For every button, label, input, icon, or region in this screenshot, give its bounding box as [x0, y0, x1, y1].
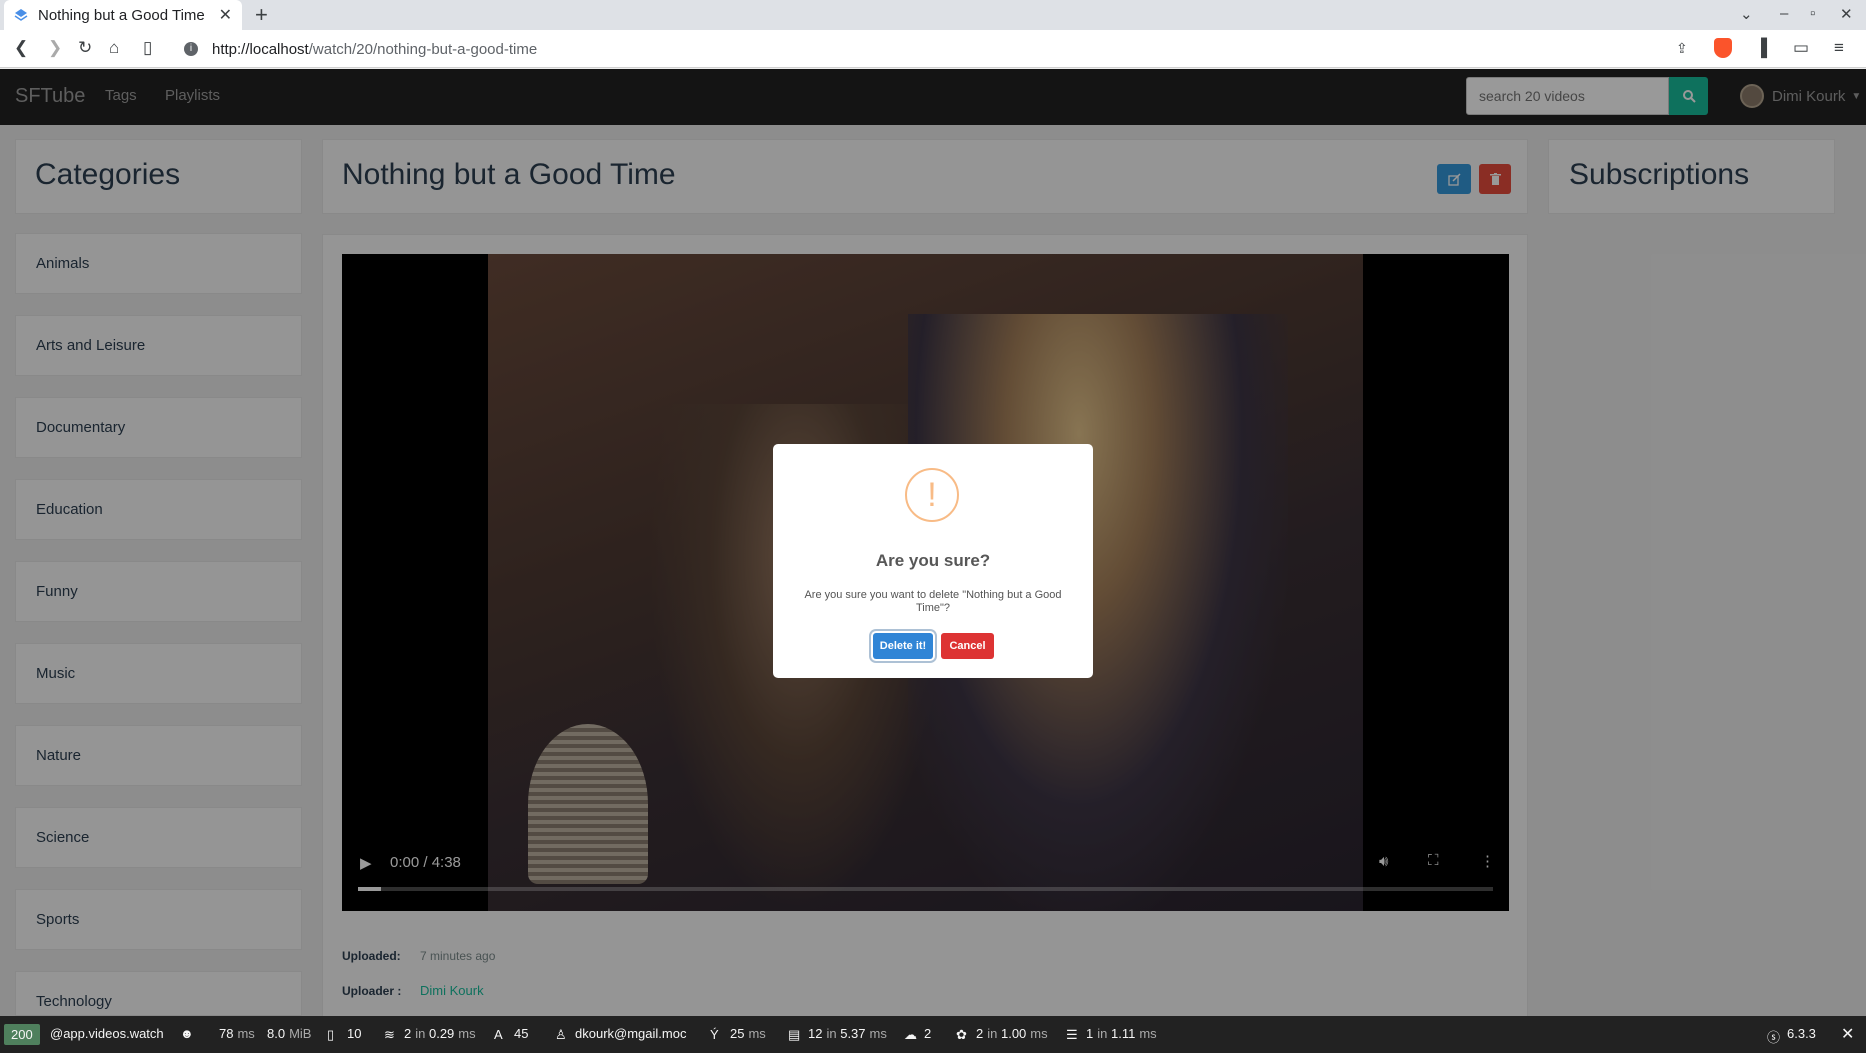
tab-list-icon[interactable]: ⌄: [1740, 5, 1753, 23]
tab-close-icon[interactable]: ✕: [219, 5, 232, 25]
debug-toolbar: 200 @app.videos.watch ☻ 78 ms 8.0 MiB ▯ 10 …: [0, 1016, 1866, 1053]
toolbar-symfony-version[interactable]: ⓢ 6.3.3: [1767, 1026, 1816, 1045]
events-icon: ✿: [956, 1026, 967, 1042]
browser-tab[interactable]: Nothing but a Good Time ✕: [4, 0, 242, 30]
confirm-dialog: ! Are you sure? Are you sure you want to…: [773, 444, 1093, 678]
warning-icon: !: [905, 468, 959, 522]
layers-icon: ≋: [384, 1026, 395, 1042]
site-info-icon[interactable]: i: [184, 42, 198, 56]
toolbar-twig[interactable]: Ý 25 ms: [710, 1026, 766, 1042]
tab-title: Nothing but a Good Time: [38, 6, 205, 24]
url-text: http://localhost/watch/20/nothing-but-a-…: [212, 40, 538, 58]
sidebar-toggle-icon[interactable]: ▐: [1755, 38, 1767, 58]
ghost-icon[interactable]: ☻: [180, 1026, 194, 1041]
toolbar-database[interactable]: ▤ 12 in 5.37 ms: [788, 1026, 887, 1042]
new-tab-icon[interactable]: +: [255, 4, 268, 26]
route-name[interactable]: @app.videos.watch: [50, 1026, 164, 1041]
toolbar-cache[interactable]: ≋ 2 in 0.29 ms: [384, 1026, 476, 1042]
browser-tab-bar: Nothing but a Good Time ✕ + ⌄ – ▫ ✕: [0, 0, 1866, 30]
toolbar-mailer[interactable]: ☰ 1 in 1.11 ms: [1066, 1026, 1157, 1042]
forward-icon[interactable]: ❯: [48, 38, 62, 58]
toolbar-events[interactable]: ✿ 2 in 1.00 ms: [956, 1026, 1048, 1042]
status-badge[interactable]: 200: [4, 1024, 40, 1045]
confirm-delete-button[interactable]: Delete it!: [873, 633, 933, 659]
user-icon: ♙: [555, 1026, 567, 1042]
toolbar-http-client[interactable]: ☁ 2: [904, 1026, 931, 1042]
dialog-title: Are you sure?: [875, 551, 991, 570]
translation-icon: A: [494, 1026, 503, 1042]
toolbar-user[interactable]: ♙ dkourk@mgail.moc: [555, 1026, 686, 1042]
toolbar-requests[interactable]: ▯ 10: [327, 1026, 361, 1042]
minimize-icon[interactable]: –: [1780, 5, 1788, 22]
brave-shield-icon[interactable]: [1714, 38, 1732, 58]
bookmark-icon[interactable]: ▯: [143, 38, 152, 58]
toolbar-translations[interactable]: A 45: [494, 1026, 528, 1042]
share-icon[interactable]: ⇪: [1676, 38, 1688, 58]
browser-toolbar: ❮ ❯ ↻ ⌂ ▯ i http://localhost/watch/20/no…: [0, 30, 1866, 68]
toolbar-close-icon[interactable]: ✕: [1841, 1024, 1854, 1044]
cancel-button[interactable]: Cancel: [941, 633, 994, 659]
database-icon: ▤: [788, 1026, 801, 1042]
file-icon: ▯: [327, 1026, 335, 1042]
cloud-icon: ☁: [904, 1026, 917, 1042]
home-icon[interactable]: ⌂: [109, 38, 119, 58]
back-icon[interactable]: ❮: [14, 38, 28, 58]
reload-icon[interactable]: ↻: [78, 38, 92, 58]
toolbar-memory[interactable]: 8.0 MiB: [267, 1026, 311, 1041]
window-close-icon[interactable]: ✕: [1840, 5, 1853, 23]
stack-icon: ☰: [1066, 1026, 1078, 1042]
maximize-icon[interactable]: ▫: [1810, 5, 1815, 22]
dialog-message: Are you sure you want to delete "Nothing…: [804, 589, 1062, 614]
symfony-icon: ⓢ: [1767, 1029, 1781, 1045]
wallet-icon[interactable]: ▭: [1793, 38, 1809, 58]
favicon-icon: [14, 9, 28, 21]
toolbar-time[interactable]: 78 ms: [219, 1026, 255, 1041]
menu-icon[interactable]: ≡: [1834, 38, 1844, 58]
twig-icon: Ý: [710, 1026, 719, 1042]
address-bar[interactable]: i http://localhost/watch/20/nothing-but-…: [174, 35, 1704, 63]
